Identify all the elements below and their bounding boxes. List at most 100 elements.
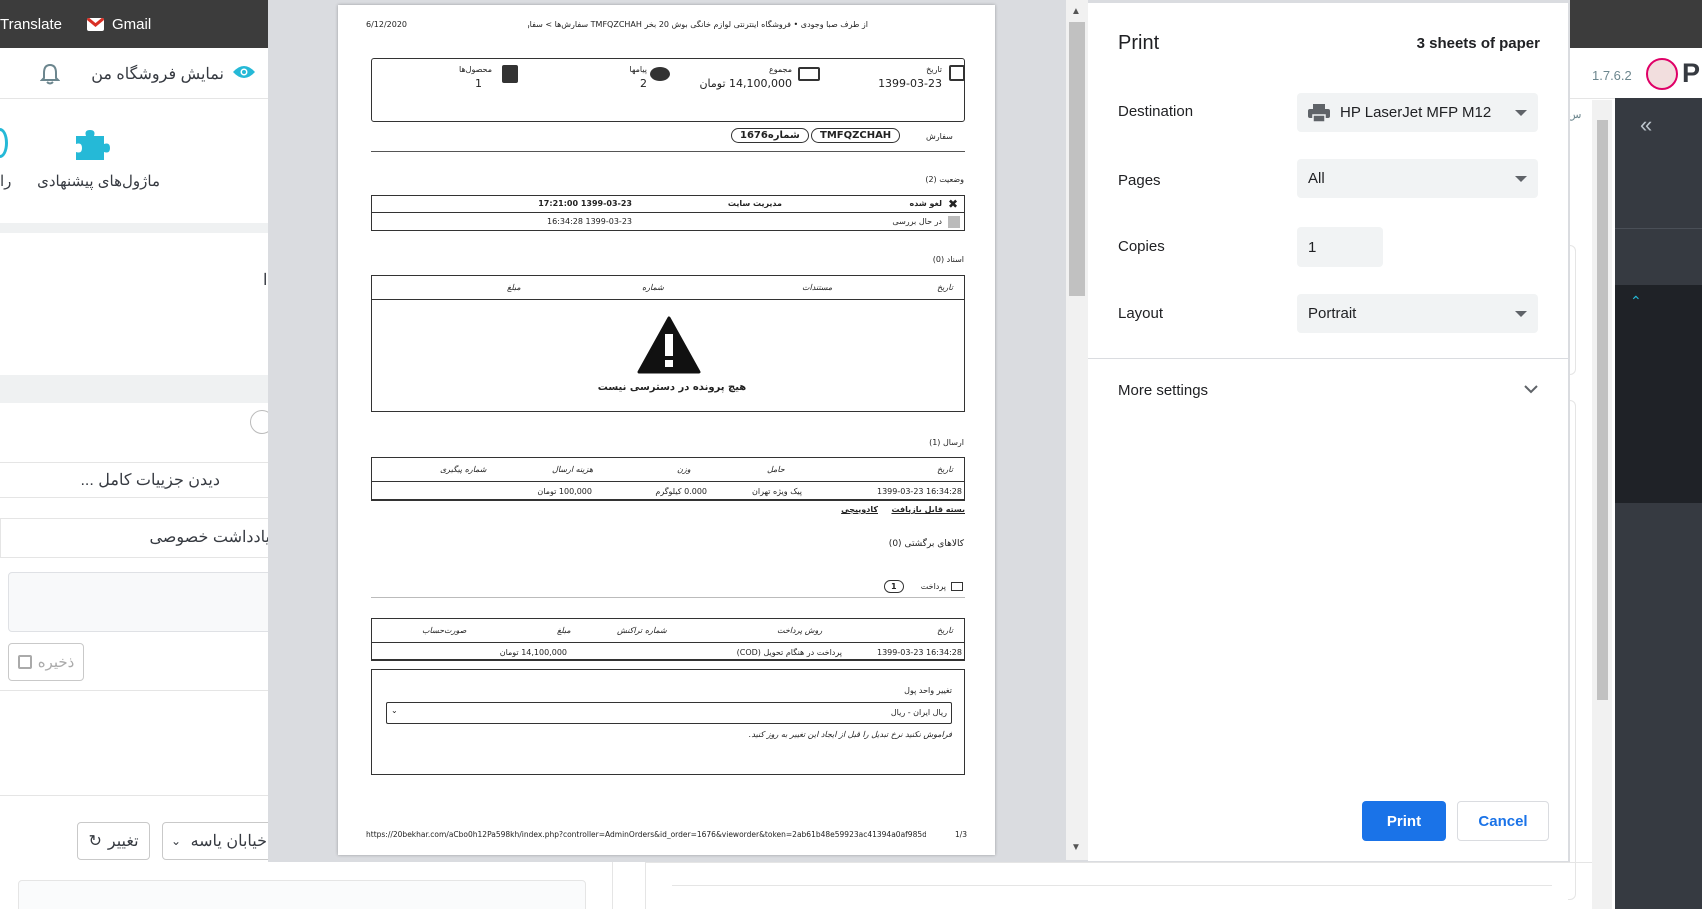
address-select[interactable]: خیابان یاسه ⌄ — [162, 822, 274, 860]
more-settings-toggle[interactable]: More settings — [1118, 378, 1538, 402]
recycled-package: بسته‌ قابل بازیافت — [891, 505, 965, 514]
version-label: 1.7.6.2 — [1592, 68, 1632, 83]
currency-note: فراموش نکنید نرخ تبدیل را قبل از ایجاد ا… — [748, 730, 952, 739]
gift-wrapping: کادوپیچی — [841, 505, 878, 514]
show-store-link[interactable]: نمایش فروشگاه من — [86, 61, 256, 87]
divider — [0, 795, 270, 796]
preview-scroll-down[interactable]: ▼ — [1071, 842, 1081, 853]
preview-scrollbar-thumb[interactable] — [1069, 22, 1085, 296]
section-gap — [0, 375, 270, 403]
pages-select[interactable]: All — [1297, 159, 1538, 198]
preview-scroll-up[interactable]: ▲ — [1071, 6, 1081, 17]
cell: پرداخت در هنگام تحویل (COD) — [736, 648, 842, 657]
footer-page: 1/3 — [955, 830, 968, 839]
save-button[interactable]: ذخیره — [8, 643, 84, 681]
payment-heading: پرداخت 1 — [371, 580, 965, 598]
copies-input[interactable]: 1 — [1297, 227, 1383, 267]
refresh-icon: ↻ — [88, 833, 102, 850]
modules-puzzle-icon[interactable] — [72, 126, 110, 165]
logo-text: P — [1682, 58, 1701, 88]
sidebar-menu — [1615, 98, 1702, 909]
divider — [0, 690, 270, 691]
pages-label: Pages — [1118, 172, 1161, 189]
private-note-textarea[interactable] — [8, 572, 278, 632]
documents-table: تاریخ مستندات شماره مبلغ هیچ پرونده در د… — [371, 275, 965, 412]
chevron-up-icon[interactable]: ⌃ — [1630, 293, 1642, 310]
col-header: وزن — [677, 465, 691, 474]
layout-select[interactable]: Portrait — [1297, 294, 1538, 333]
gmail-icon — [87, 17, 104, 31]
col-header: مبلغ — [507, 283, 521, 292]
card — [18, 880, 586, 909]
divider — [612, 862, 613, 909]
summary-box: تاریخ 1399-03-23 مجموع 14,100,000 تومان … — [371, 58, 965, 122]
warning-icon — [637, 316, 701, 378]
payment-table: تاریخ روش پرداخت شماره تراکنش مبلغ صورت‌… — [371, 618, 965, 661]
shipping-table: تاریخ حامل وزن هزینه ارسال شماره پیگیری … — [371, 457, 965, 501]
printer-icon — [1308, 103, 1330, 123]
copies-label: Copies — [1118, 238, 1165, 255]
destination-select[interactable]: HP LaserJet MFP M12 — [1297, 93, 1538, 132]
money-icon — [798, 67, 820, 81]
cell: پیک ویژه تهران — [751, 487, 802, 496]
returns-title: کالاهای برگشتی (0) — [888, 539, 964, 549]
status-state: لغو شده — [909, 199, 942, 208]
private-note-label[interactable]: یادداشت خصوصی — [120, 527, 270, 547]
currency-value: ریال ایران - ریال — [890, 708, 947, 717]
order-heading: سفارش TMFQZCHAH شماره1676 — [371, 128, 965, 152]
bookmark-translate[interactable]: Translate — [0, 10, 62, 38]
col-header: حامل — [767, 465, 785, 474]
divider — [1615, 228, 1702, 229]
order-number: شماره1676 — [731, 128, 809, 143]
notifications-bell-icon[interactable] — [39, 63, 61, 85]
order-label: سفارش — [926, 132, 953, 141]
cancel-button[interactable]: Cancel — [1457, 801, 1549, 841]
payment-header: تاریخ روش پرداخت شماره تراکنش مبلغ صورت‌… — [372, 619, 964, 643]
date-label: تاریخ — [926, 65, 942, 74]
col-header: مستندات — [802, 283, 833, 292]
products-label: محصول‌ها — [459, 65, 492, 74]
payment-count: 1 — [884, 580, 904, 593]
view-details-link[interactable]: دیدن جزییات کامل ... — [70, 470, 220, 490]
footer-url: https://20bekhar.com/aCbo0h12Pa598kh/ind… — [366, 830, 926, 839]
shipping-title: ارسال (1) — [929, 438, 964, 447]
comments-icon — [650, 67, 670, 81]
print-title: Print — [1118, 32, 1160, 54]
sheet-count: 3 sheets of paper — [1416, 35, 1540, 52]
partial-heading-bold — [1570, 150, 1580, 174]
col-header: تاریخ — [937, 465, 953, 474]
status-table: ✖ لغو شده مدیریت سایت 1399-03-23 17:21:0… — [371, 195, 965, 231]
avatar[interactable] — [1646, 58, 1678, 90]
eye-icon — [232, 64, 256, 85]
status-row: در حال بررسی 1399-03-23 16:34:28 — [372, 214, 964, 231]
bookmark-gmail[interactable]: Gmail — [87, 10, 151, 38]
layout-label: Layout — [1118, 305, 1164, 322]
modules-label[interactable]: ماژول‌های پیشنهادی — [30, 172, 160, 190]
print-date: 6/12/2020 — [366, 20, 408, 29]
status-date: 1399-03-23 16:34:28 — [547, 217, 632, 226]
section-gap — [0, 223, 270, 233]
cube-icon — [948, 216, 960, 228]
products-value: 1 — [475, 77, 482, 90]
col-header: شماره پیگیری — [440, 465, 487, 474]
col-header: روش پرداخت — [777, 626, 823, 635]
cell: 14,100,000 تومان — [499, 648, 567, 657]
print-button[interactable]: Print — [1362, 801, 1446, 841]
change-button[interactable]: ↻ تغییر — [77, 822, 150, 860]
collapse-sidebar-icon[interactable]: « — [1640, 112, 1652, 138]
col-header: صورت‌حساب — [422, 626, 467, 635]
page-scrollbar-thumb[interactable] — [1597, 120, 1608, 700]
cancel-x-icon: ✖ — [948, 197, 959, 211]
shipping-header: تاریخ حامل وزن هزینه ارسال شماره پیگیری — [372, 458, 964, 482]
chevron-down-icon: ⌄ — [391, 706, 398, 715]
divider — [672, 885, 1552, 886]
status-by: مدیریت سایت — [727, 199, 782, 208]
print-header-path: از طرف صبا وجودی • فروشگاه اینترنتی لواز… — [528, 20, 868, 29]
payment-title: پرداخت — [920, 582, 946, 591]
cell: 0.000 کیلوگرم — [655, 487, 707, 496]
status-date: 1399-03-23 17:21:00 — [538, 199, 632, 208]
col-header: شماره — [642, 283, 664, 292]
chevron-down-icon: ⌄ — [171, 834, 182, 848]
currency-label: تغییر واحد پول — [904, 686, 952, 695]
total-label: مجموع — [769, 65, 792, 74]
